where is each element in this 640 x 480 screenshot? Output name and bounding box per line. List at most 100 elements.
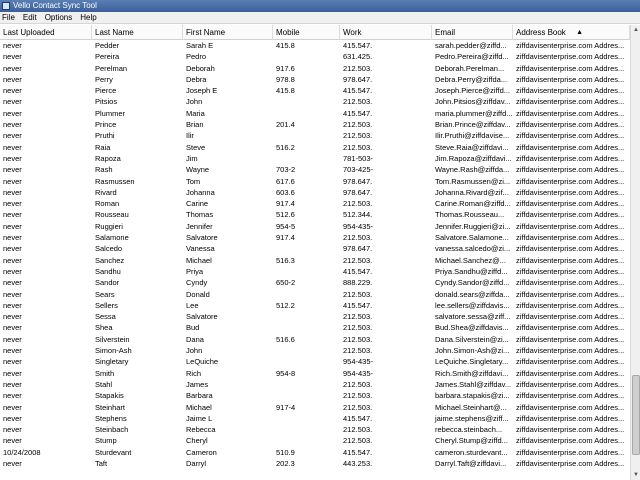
table-row[interactable]: never Rash Wayne 703-2 703-425- Wayne.Rash@zi…: [0, 164, 630, 175]
table-row[interactable]: never Rapoza Jim 781-503- Jim.Rapoza@ziffdav…: [0, 153, 630, 164]
cell-first-name: Michael: [186, 255, 212, 265]
table-row[interactable]: never Perelman Deborah 917.6 212.503. Deborah…: [0, 63, 630, 74]
cell-work: 631.425.: [343, 52, 373, 62]
table-row[interactable]: never Plummer Maria 415.547. maria.plummer@z…: [0, 108, 630, 119]
app-icon: [2, 2, 10, 10]
table-row[interactable]: never Smith Rich 954-8 954-435- Rich.Smith@zi…: [0, 368, 630, 379]
cell-work: 415.547.: [343, 108, 373, 118]
column-header-mobile[interactable]: Mobile: [273, 25, 340, 40]
cell-last-name: Sandhu: [95, 266, 121, 276]
cell-address-book: ziffdavisenterprise.com Addres...: [516, 41, 625, 50]
cell-last-uploaded: never: [3, 63, 22, 73]
table-row[interactable]: never Stahl James 212.503. James.Stahl@ziffd…: [0, 379, 630, 390]
cell-last-uploaded: never: [3, 300, 22, 310]
scroll-down-arrow-icon[interactable]: ▼: [632, 471, 640, 479]
cell-last-name: Perelman: [95, 63, 128, 73]
table-row[interactable]: never Salamone Salvatore 917.4 212.503. Salva…: [0, 232, 630, 243]
cell-address-book: ziffdavisenterprise.com Addres...: [516, 153, 625, 163]
cell-first-name: Brian: [186, 120, 204, 130]
table-row[interactable]: never Prince Brian 201.4 212.503. Brian.Princ…: [0, 119, 630, 130]
table-row[interactable]: never Sandhu Priya 415.547. Priya.Sandhu@zif…: [0, 266, 630, 277]
cell-last-name: Pedder: [95, 41, 120, 50]
cell-email: Thomas.Rousseau...: [435, 210, 505, 220]
cell-last-name: Rasmussen: [95, 176, 135, 186]
cell-address-book: ziffdavisenterprise.com Addres...: [516, 334, 625, 344]
table-row[interactable]: never Steinhart Michael 917-4 212.503. Michae…: [0, 402, 630, 413]
table-row[interactable]: never Sears Donald 212.503. donald.sears@zif…: [0, 289, 630, 300]
cell-address-book: ziffdavisenterprise.com Addres...: [516, 278, 625, 288]
cell-address-book: ziffdavisenterprise.com Addres...: [516, 52, 625, 62]
table-row[interactable]: never Rivard Johanna 603.6 978.647. Johanna.R…: [0, 187, 630, 198]
cell-first-name: Ilir: [186, 131, 194, 141]
menu-help[interactable]: Help: [80, 12, 96, 24]
table-row[interactable]: never Shea Bud 212.503. Bud.Shea@ziffdavis..…: [0, 322, 630, 333]
cell-address-book: ziffdavisenterprise.com Addres...: [516, 312, 625, 322]
cell-email: Cyndy.Sandor@ziffd...: [435, 278, 510, 288]
cell-work: 415.547.: [343, 300, 373, 310]
cell-last-uploaded: never: [3, 187, 22, 197]
cell-first-name: Michael: [186, 402, 212, 412]
table-row[interactable]: never Steinbach Rebecca 212.503. rebecca.ste…: [0, 424, 630, 435]
cell-last-name: Sessa: [95, 312, 116, 322]
cell-mobile: 978.8: [276, 74, 295, 84]
cell-last-uploaded: never: [3, 97, 22, 107]
table-row[interactable]: never Sellers Lee 512.2 415.547. lee.sellers@…: [0, 300, 630, 311]
cell-last-uploaded: never: [3, 210, 22, 220]
table-row[interactable]: never Pereira Pedro 631.425. Pedro.Pereira@z…: [0, 51, 630, 62]
table-row[interactable]: 10/24/2008 Sturdevant Cameron 510.9 415.547.…: [0, 447, 630, 458]
cell-work: 212.503.: [343, 346, 373, 356]
menu-edit[interactable]: Edit: [23, 12, 37, 24]
cell-work: 978.647.: [343, 244, 373, 254]
table-row[interactable]: never Roman Carine 917.4 212.503. Carine.Roma…: [0, 198, 630, 209]
table-row[interactable]: never Pedder Sarah E 415.8 415.547. sarah.ped…: [0, 40, 630, 51]
menu-file[interactable]: File: [2, 12, 15, 24]
cell-last-name: Stump: [95, 436, 117, 446]
column-header-last-uploaded[interactable]: Last Uploaded: [0, 25, 92, 40]
cell-first-name: Bud: [186, 323, 200, 333]
table-row[interactable]: never Sandor Cyndy 650-2 888.229. Cyndy.Sando…: [0, 277, 630, 288]
table-row[interactable]: never Rasmussen Tom 617.6 978.647. Tom.Rasmus…: [0, 176, 630, 187]
table-row[interactable]: never Salcedo Vanessa 978.647. vanessa.salce…: [0, 243, 630, 254]
vertical-scrollbar[interactable]: ▲ ▼: [630, 25, 640, 480]
cell-email: barbara.stapakis@zi...: [435, 391, 510, 401]
table-row[interactable]: never Pruthi Ilir 212.503. Ilir.Pruthi@ziffd…: [0, 130, 630, 141]
table-row[interactable]: never Raia Steve 516.2 212.503. Steve.Raia@zi…: [0, 142, 630, 153]
cell-last-name: Perry: [95, 74, 113, 84]
scroll-up-arrow-icon[interactable]: ▲: [632, 26, 640, 34]
column-header-work[interactable]: Work: [340, 25, 432, 40]
cell-work: 212.503.: [343, 379, 373, 389]
table-row[interactable]: never Stephens Jaime L 415.547. jaime.stephe…: [0, 413, 630, 424]
column-header-address-book[interactable]: Address Book ▲: [513, 25, 630, 40]
cell-first-name: Thomas: [186, 210, 214, 220]
cell-last-name: Shea: [95, 323, 113, 333]
cell-email: Brian.Prince@ziffdav...: [435, 120, 511, 130]
cell-last-uploaded: never: [3, 323, 22, 333]
cell-first-name: John: [186, 346, 203, 356]
table-row[interactable]: never Sanchez Michael 516.3 212.503. Michael.…: [0, 255, 630, 266]
column-header-email[interactable]: Email: [432, 25, 513, 40]
table-row[interactable]: never Rousseau Thomas 512.6 512.344. Thomas.R…: [0, 209, 630, 220]
table-row[interactable]: never Singletary LeQuiche 954-435- LeQuiche.…: [0, 356, 630, 367]
table-row[interactable]: never Stump Cheryl 212.503. Cheryl.Stump@zif…: [0, 435, 630, 446]
table-row[interactable]: never Pierce Joseph E 415.8 415.547. Joseph.P…: [0, 85, 630, 96]
cell-mobile: 202.3: [276, 458, 295, 468]
table-row[interactable]: never Stapakis Barbara 212.503. barbara.stap…: [0, 390, 630, 401]
table-row[interactable]: never Sessa Salvatore 212.503. salvatore.ses…: [0, 311, 630, 322]
menu-options[interactable]: Options: [45, 12, 73, 24]
cell-mobile: 201.4: [276, 120, 295, 130]
cell-first-name: John: [186, 97, 203, 107]
scroll-thumb[interactable]: [632, 375, 640, 455]
table-row[interactable]: never Taft Darryl 202.3 443.253. Darryl.Taft@…: [0, 458, 630, 469]
cell-address-book: ziffdavisenterprise.com Addres...: [516, 289, 625, 299]
cell-address-book: ziffdavisenterprise.com Addres...: [516, 165, 625, 175]
cell-email: Rich.Smith@ziffdavi...: [435, 368, 509, 378]
table-row[interactable]: never Perry Debra 978.8 978.647. Debra.Perry@…: [0, 74, 630, 85]
cell-address-book: ziffdavisenterprise.com Addres...: [516, 108, 625, 118]
column-header-first-name[interactable]: First Name: [183, 25, 273, 40]
table-row[interactable]: never Silverstein Dana 516.6 212.503. Dana.Si…: [0, 334, 630, 345]
column-header-last-name[interactable]: Last Name: [92, 25, 183, 40]
table-row[interactable]: never Ruggieri Jennifer 954-5 954-435- Jennif…: [0, 221, 630, 232]
cell-last-uploaded: never: [3, 402, 22, 412]
table-row[interactable]: never Pitsios John 212.503. John.Pitsios@zif…: [0, 96, 630, 107]
table-row[interactable]: never Simon-Ash John 212.503. John.Simon-Ash…: [0, 345, 630, 356]
